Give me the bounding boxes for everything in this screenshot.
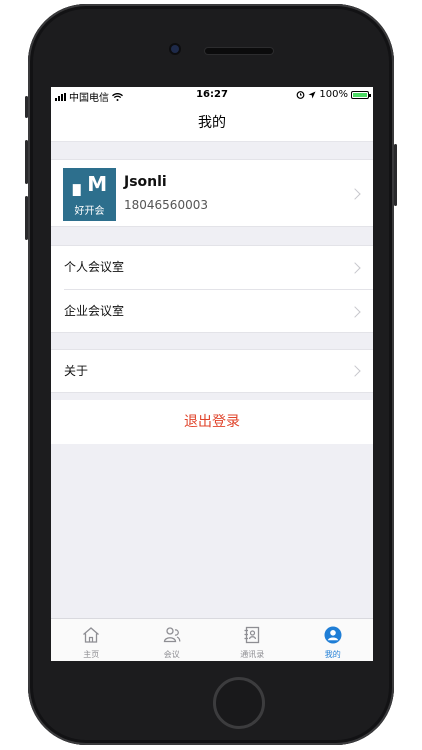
battery-icon [351,90,371,99]
tab-home[interactable]: 主页 [51,619,132,661]
meeting-room-group: 个人会议室 企业会议室 [51,245,373,333]
battery-fill [353,92,367,97]
tab-bar: 主页 会议 通讯录 我的 [51,618,373,661]
phone-number: 18046560003 [124,198,208,212]
contacts-icon [244,626,260,644]
chevron-right-icon [349,188,361,200]
power-button [394,144,397,206]
personal-room-label: 个人会议室 [64,260,125,274]
volume-up-button [25,140,28,184]
status-bar: 中国电信 16:27 100% [51,87,373,105]
about-item[interactable]: 关于 [51,349,373,393]
personal-room-item[interactable]: 个人会议室 [51,246,373,289]
tab-profile[interactable]: 我的 [293,619,374,661]
location-arrow-icon [308,91,316,98]
profile-icon [324,626,342,644]
tab-home-label: 主页 [83,650,100,659]
logo-text: 好开会 [74,206,105,217]
tab-contacts[interactable]: 通讯录 [212,619,293,661]
volume-down-button [25,196,28,240]
logo-mark: ▖M [72,172,107,196]
front-camera [171,45,179,53]
tab-profile-label: 我的 [324,650,341,659]
app-screen: 中国电信 16:27 100% 我的 ▖M 好开会 Jsonli 1804656… [51,87,373,661]
about-label: 关于 [64,364,89,378]
company-room-label: 企业会议室 [64,304,125,318]
chevron-right-icon [349,262,361,274]
profile-card[interactable]: ▖M 好开会 Jsonli 18046560003 [51,159,373,227]
home-icon [83,627,100,643]
logout-button[interactable]: 退出登录 [51,400,373,444]
tab-contacts-label: 通讯录 [240,650,265,659]
chevron-right-icon [349,306,361,318]
home-button[interactable] [213,677,265,729]
alarm-icon [297,91,305,99]
mute-switch [25,96,28,118]
about-row: 关于 [51,350,373,393]
tab-meeting[interactable]: 会议 [132,619,213,661]
chevron-right-icon [349,365,361,377]
tab-meeting-label: 会议 [163,650,180,659]
app-logo: ▖M 好开会 [63,168,116,221]
page-title: 我的 [51,105,373,142]
battery-percent: 100% [319,89,348,100]
company-room-item[interactable]: 企业会议室 [51,290,373,333]
earpiece-speaker [205,48,273,54]
username: Jsonli [124,174,167,190]
meeting-icon [163,627,181,643]
